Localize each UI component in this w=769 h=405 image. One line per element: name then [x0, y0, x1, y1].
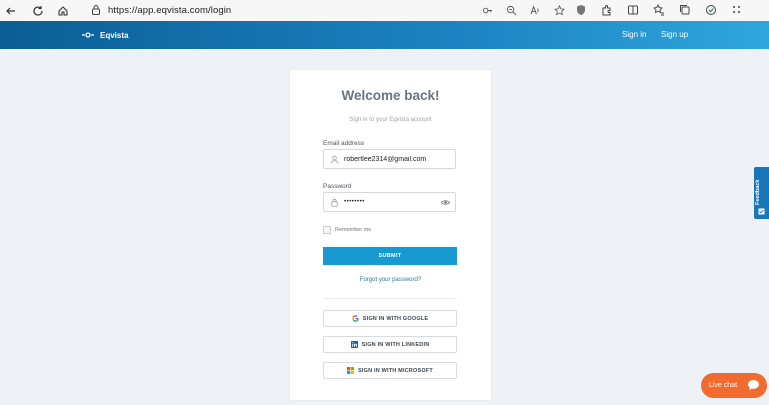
shield-icon[interactable] [575, 4, 587, 16]
browser-toolbar: https://app.eqvista.com/login [0, 0, 769, 22]
live-chat-button[interactable]: Live chat [701, 373, 767, 398]
refresh-icon [33, 5, 43, 16]
feedback-label: Feedback [755, 179, 761, 205]
email-field[interactable] [323, 149, 456, 169]
microsoft-signin-label: SIGN IN WITH MICROSOFT [358, 367, 433, 374]
remember-me-checkbox[interactable] [323, 226, 331, 234]
eye-icon[interactable] [441, 199, 450, 206]
password-input[interactable] [344, 196, 444, 208]
app-header: Eqvista Sign in Sign up [0, 21, 769, 49]
favorites-list-icon[interactable] [653, 4, 665, 16]
extensions-icon[interactable] [601, 4, 613, 16]
google-icon [351, 315, 359, 322]
chat-icon [748, 380, 759, 390]
divider [323, 298, 457, 299]
forgot-password-link[interactable]: Forgot your password? [290, 277, 491, 283]
extension-toolbar [575, 2, 743, 18]
submit-button[interactable]: SUBMIT [323, 247, 457, 265]
back-arrow-icon [6, 7, 15, 14]
refresh-button[interactable] [27, 0, 49, 21]
password-label: Password [323, 183, 352, 190]
linkedin-signin-label: SIGN IN WITH LINKEDIN [361, 341, 430, 348]
performance-icon[interactable] [705, 4, 717, 16]
microsoft-icon [347, 367, 354, 374]
email-input[interactable] [344, 153, 444, 165]
lock-icon [92, 5, 100, 15]
header-signup-link[interactable]: Sign up [661, 21, 688, 49]
brand-name: Eqvista [100, 30, 129, 40]
menu-icon[interactable] [731, 4, 743, 16]
address-bar[interactable]: https://app.eqvista.com/login [80, 2, 565, 18]
brand-icon [82, 32, 94, 38]
split-screen-icon[interactable] [627, 4, 639, 16]
home-button[interactable] [52, 0, 74, 21]
collections-icon[interactable] [679, 4, 691, 16]
google-signin-label: SIGN IN WITH GOOGLE [362, 315, 429, 322]
email-label: Email address [323, 140, 365, 147]
feedback-tab[interactable]: Feedback [754, 167, 769, 219]
page-subtitle: Sign in to your Eqvista account [349, 117, 432, 123]
back-button[interactable] [0, 0, 22, 21]
brand-logo[interactable]: Eqvista [82, 21, 128, 49]
feedback-icon [758, 208, 765, 215]
key-icon[interactable] [482, 5, 493, 16]
google-signin-button[interactable]: SIGN IN WITH GOOGLE [323, 310, 457, 327]
home-icon [58, 5, 68, 16]
zoom-icon[interactable] [506, 5, 517, 16]
header-signin-link[interactable]: Sign in [622, 21, 646, 49]
remember-me[interactable]: Remember me [323, 226, 371, 234]
lock-icon [331, 198, 338, 207]
url-text: https://app.eqvista.com/login [108, 4, 232, 16]
live-chat-label: Live chat [709, 382, 738, 389]
linkedin-icon [350, 341, 358, 348]
page-title: Welcome back! [341, 88, 440, 103]
favorite-icon[interactable] [554, 4, 565, 16]
microsoft-signin-button[interactable]: SIGN IN WITH MICROSOFT [323, 362, 457, 379]
remember-me-label: Remember me [335, 227, 372, 233]
login-card: Welcome back! Sign in to your Eqvista ac… [290, 70, 491, 400]
read-aloud-icon[interactable] [530, 5, 541, 16]
linkedin-signin-button[interactable]: SIGN IN WITH LINKEDIN [323, 336, 457, 353]
user-icon [330, 155, 339, 164]
password-field[interactable] [323, 192, 456, 212]
